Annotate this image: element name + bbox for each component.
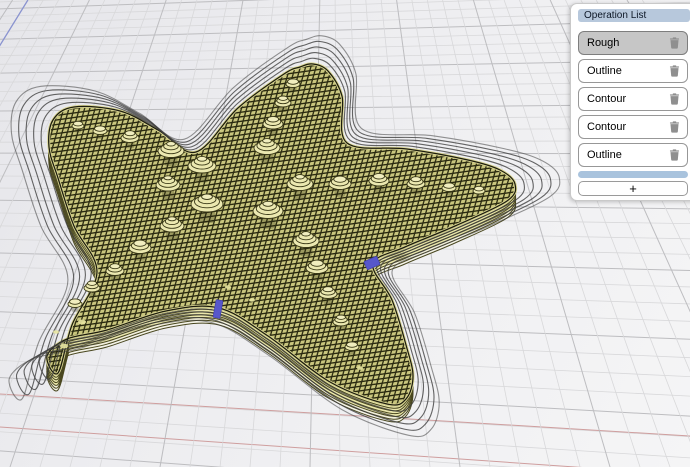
- operation-list-panel: Operation List Rough Outline Contour Con…: [570, 3, 690, 201]
- delete-operation-button[interactable]: [669, 121, 680, 133]
- delete-operation-button[interactable]: [669, 93, 680, 105]
- delete-operation-button[interactable]: [669, 65, 680, 77]
- operation-list-title[interactable]: Operation List: [578, 9, 690, 22]
- add-operation-button[interactable]: +: [578, 181, 688, 196]
- trash-icon: [669, 93, 680, 105]
- delete-operation-button[interactable]: [669, 37, 680, 49]
- drop-indicator-bar: [578, 171, 688, 178]
- operation-item-outline[interactable]: Outline: [578, 59, 688, 83]
- operation-label: Contour: [587, 121, 626, 133]
- operation-item-contour[interactable]: Contour: [578, 87, 688, 111]
- trash-icon: [669, 121, 680, 133]
- operation-item-outline-2[interactable]: Outline: [578, 143, 688, 167]
- trash-icon: [669, 149, 680, 161]
- operation-item-rough[interactable]: Rough: [578, 31, 688, 55]
- trash-icon: [669, 65, 680, 77]
- operation-label: Outline: [587, 149, 622, 161]
- operation-label: Outline: [587, 65, 622, 77]
- operation-label: Contour: [587, 93, 626, 105]
- operation-label: Rough: [587, 37, 619, 49]
- delete-operation-button[interactable]: [669, 149, 680, 161]
- operation-item-contour-2[interactable]: Contour: [578, 115, 688, 139]
- trash-icon: [669, 37, 680, 49]
